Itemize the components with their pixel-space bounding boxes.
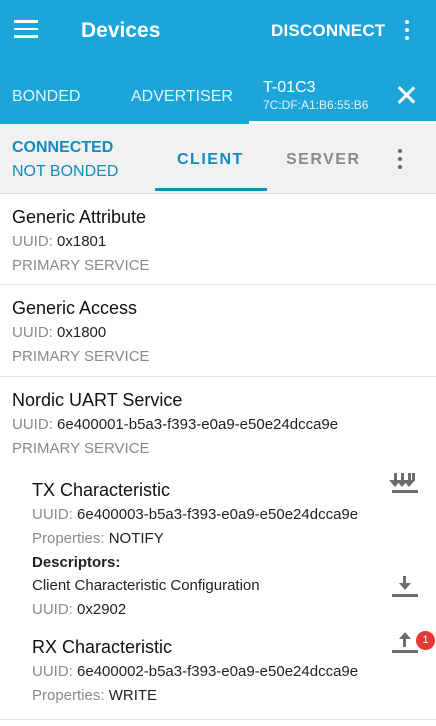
service-type: PRIMARY SERVICE [12, 348, 150, 365]
service-uuid-line: UUID: 0x1801 [12, 233, 106, 250]
service-name: Nordic UART Service [12, 390, 183, 410]
service-name: Generic Access [12, 298, 138, 318]
properties-label: Properties: [32, 530, 105, 547]
characteristic-item-tx[interactable]: TX Characteristic UUID: 6e400003-b5a3-f3… [0, 469, 436, 619]
service-uuid-line: UUID: 0x1800 [12, 324, 106, 341]
bond-status: NOT BONDED [12, 163, 119, 180]
properties-label: Properties: [32, 687, 105, 704]
overflow-menu-icon[interactable] [405, 20, 409, 44]
device-tabs: BONDED ADVERTISER T-01C3 7C:DF:A1:B6:55:… [0, 63, 436, 124]
characteristic-properties-line: Properties: WRITE [32, 687, 157, 704]
service-item-generic-attribute[interactable]: Generic Attribute UUID: 0x1801 PRIMARY S… [0, 194, 436, 285]
connection-status: CONNECTED [12, 139, 114, 156]
upload-icon[interactable] [391, 632, 419, 656]
tab-server[interactable]: SERVER [286, 151, 361, 169]
service-type: PRIMARY SERVICE [12, 257, 150, 274]
service-item-generic-access[interactable]: Generic Access UUID: 0x1800 PRIMARY SERV… [0, 285, 436, 377]
connection-subbar: CONNECTED NOT BONDED CLIENT SERVER [0, 124, 436, 194]
characteristic-item-rx[interactable]: RX Characteristic UUID: 6e400002-b5a3-f3… [0, 629, 436, 719]
hamburger-menu-icon[interactable] [14, 20, 38, 40]
service-uuid: 0x1800 [57, 324, 107, 341]
disconnect-button[interactable]: DISCONNECT [271, 21, 385, 41]
characteristic-uuid: 6e400002-b5a3-f393-e0a9-e50e24dcca9e [77, 663, 359, 680]
services-list: Generic Attribute UUID: 0x1801 PRIMARY S… [0, 194, 436, 726]
uuid-label: UUID: [32, 506, 73, 523]
service-uuid-line: UUID: 6e400001-b5a3-f393-e0a9-e50e24dcca… [12, 416, 338, 433]
characteristic-uuid-line: UUID: 6e400003-b5a3-f393-e0a9-e50e24dcca… [32, 506, 358, 523]
device-name: T-01C3 [263, 79, 316, 96]
device-address: 7C:DF:A1:B6:55:B6 [263, 98, 369, 112]
uuid-label: UUID: [32, 601, 73, 618]
uuid-label: UUID: [12, 324, 53, 341]
service-type: PRIMARY SERVICE [12, 440, 150, 457]
descriptor-name: Client Characteristic Configuration [32, 577, 260, 594]
service-name: Generic Attribute [12, 207, 147, 227]
tab-bonded[interactable]: BONDED [12, 88, 80, 106]
service-uuid: 6e400001-b5a3-f393-e0a9-e50e24dcca9e [57, 416, 339, 433]
tab-client[interactable]: CLIENT [177, 151, 244, 169]
service-uuid: 0x1801 [57, 233, 107, 250]
uuid-label: UUID: [12, 233, 53, 250]
characteristic-properties: WRITE [108, 687, 158, 704]
descriptors-heading: Descriptors: [32, 554, 121, 571]
list-divider [0, 719, 436, 720]
notification-badge: 1 [416, 631, 435, 650]
app-title: Devices [81, 19, 161, 42]
service-item-nordic-uart[interactable]: Nordic UART Service UUID: 6e400001-b5a3-… [0, 377, 436, 467]
characteristic-name: TX Characteristic [32, 480, 171, 500]
client-overflow-menu-icon[interactable] [398, 149, 402, 173]
characteristic-name: RX Characteristic [32, 637, 173, 657]
characteristic-uuid: 6e400003-b5a3-f393-e0a9-e50e24dcca9e [77, 506, 359, 523]
characteristic-properties-line: Properties: NOTIFY [32, 530, 164, 547]
tab-advertiser[interactable]: ADVERTISER [131, 88, 233, 106]
app-bar: Devices DISCONNECT [0, 0, 436, 63]
close-icon[interactable] [396, 85, 416, 105]
characteristic-uuid-line: UUID: 6e400002-b5a3-f393-e0a9-e50e24dcca… [32, 663, 358, 680]
client-tab-indicator [155, 188, 267, 191]
uuid-label: UUID: [32, 663, 73, 680]
descriptor-uuid: 0x2902 [77, 601, 127, 618]
download-icon[interactable] [391, 576, 419, 600]
characteristic-properties: NOTIFY [108, 530, 164, 547]
notify-multi-download-icon[interactable] [389, 473, 419, 497]
uuid-label: UUID: [12, 416, 53, 433]
descriptor-uuid-line: UUID: 0x2902 [32, 601, 126, 618]
